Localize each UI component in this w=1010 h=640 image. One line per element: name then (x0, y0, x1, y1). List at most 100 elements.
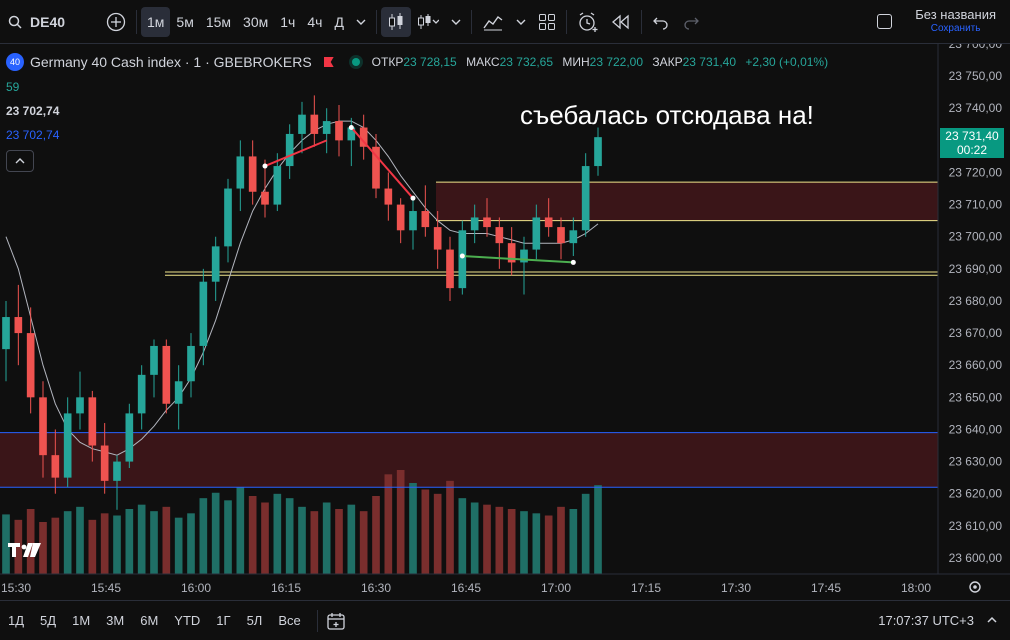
candle-body (409, 211, 417, 231)
candle-body (273, 166, 282, 205)
replay-button[interactable] (605, 7, 637, 37)
interval-30m[interactable]: 30м (237, 7, 274, 37)
redo-button[interactable] (676, 7, 706, 37)
volume-bar (100, 513, 109, 574)
separator (470, 9, 472, 34)
interval-1m[interactable]: 1м (141, 6, 171, 37)
interval-1d[interactable]: Д (328, 7, 349, 37)
candle-body (39, 397, 47, 456)
time-axis-label: 16:45 (451, 581, 481, 595)
search-icon (8, 15, 22, 29)
price-zone (436, 182, 938, 221)
candle-body (187, 345, 195, 382)
candle-body (433, 227, 442, 250)
flag-icon[interactable] (323, 57, 334, 67)
range-ytd[interactable]: YTD (166, 613, 208, 628)
interval-5m[interactable]: 5м (170, 7, 199, 37)
range-5d[interactable]: 5Д (32, 613, 64, 628)
anchor-point[interactable] (570, 259, 576, 265)
candles-chart-type-button[interactable] (380, 6, 411, 37)
trend-line-green[interactable] (462, 255, 574, 264)
price-axis-label: 23 740,00 (949, 101, 1003, 115)
anchor-point[interactable] (348, 125, 354, 131)
candle-body (63, 413, 72, 478)
candle-body (51, 455, 60, 478)
separator (640, 9, 642, 34)
time-axis-label: 17:00 (541, 581, 571, 595)
volume-bar (137, 504, 146, 574)
undo-button[interactable] (646, 7, 676, 37)
open-label: ОТКР (371, 55, 404, 69)
bar-countdown: 00:22 (956, 143, 988, 157)
clock-timezone[interactable]: 17:07:37 UTC+3 (878, 613, 974, 628)
range-3m[interactable]: 3М (98, 613, 132, 628)
trend-line-red[interactable] (264, 139, 328, 167)
indicators-dropdown[interactable] (510, 7, 532, 37)
interval-4h[interactable]: 4ч (301, 7, 328, 37)
volume-bar (248, 496, 257, 574)
tradingview-logo-icon[interactable] (8, 541, 42, 559)
volume-bar (63, 511, 72, 574)
anchor-point[interactable] (459, 253, 465, 259)
price-axis-label: 23 720,00 (949, 165, 1003, 179)
chart-annotation-text[interactable]: съебалась отсюдава на! (520, 100, 814, 131)
candle-body (14, 317, 23, 334)
separator (316, 609, 318, 632)
volume-bar (51, 517, 60, 574)
price-axis-label: 23 690,00 (949, 262, 1003, 276)
open-value: 23 728,15 (403, 55, 457, 69)
anchor-point[interactable] (262, 163, 268, 169)
chevron-down-icon (451, 19, 461, 25)
price-axis-label: 23 660,00 (949, 358, 1003, 372)
legend-title[interactable]: Germany 40 Cash index · 1 · GBEBROKERS (30, 54, 312, 70)
indicators-menu-button[interactable] (476, 7, 510, 37)
interval-1h[interactable]: 1ч (274, 7, 301, 37)
time-axis-label: 17:30 (721, 581, 751, 595)
add-symbol-button[interactable] (100, 7, 132, 37)
anchor-point[interactable] (410, 195, 416, 201)
price-chart[interactable]: 23 700,0023 750,0023 740,0023 730,0023 7… (0, 44, 1010, 600)
settings-icon-core (973, 585, 977, 589)
layouts-button[interactable] (532, 7, 562, 37)
trend-line-red[interactable] (350, 126, 414, 199)
time-axis[interactable]: 15:30 15:45 16:00 16:15 16:30 16:45 17:00 17:15… (0, 573, 1010, 600)
price-axis-label: 23 640,00 (949, 422, 1003, 436)
symbol-search[interactable]: DE40 (0, 7, 100, 37)
range-5y[interactable]: 5Л (239, 613, 271, 628)
market-status-icon[interactable] (351, 58, 360, 66)
time-axis-label: 16:30 (361, 581, 391, 595)
candle-body (322, 121, 331, 134)
chart-type-dropdown[interactable] (445, 7, 467, 37)
volume-bar (76, 506, 84, 574)
layout-save-status: Сохранить (930, 23, 981, 34)
chevron-down-icon (516, 19, 526, 25)
volume-bar (557, 506, 565, 574)
range-6m[interactable]: 6М (132, 613, 166, 628)
alarm-clock-icon (579, 11, 598, 32)
calendar-icon[interactable] (326, 611, 346, 631)
candle-body (335, 121, 343, 141)
price-axis-label: 23 600,00 (949, 551, 1003, 565)
layout-title: Без названия (915, 7, 996, 22)
interval-15m[interactable]: 15м (200, 7, 237, 37)
range-1d[interactable]: 1Д (0, 613, 32, 628)
candle-body (236, 156, 245, 189)
price-axis-label: 23 630,00 (949, 455, 1003, 469)
alert-button[interactable] (571, 7, 605, 37)
indicators-button[interactable] (411, 7, 445, 37)
volume-bar (544, 515, 553, 574)
layout-checkbox[interactable] (877, 14, 892, 29)
range-all[interactable]: Все (270, 613, 308, 628)
indicator-value: 23 702,74 (6, 104, 60, 118)
candle-body (446, 249, 454, 289)
candle-body (248, 156, 257, 192)
range-1m[interactable]: 1М (64, 613, 98, 628)
indicator-period[interactable]: 59 (6, 80, 19, 94)
collapse-legend-button[interactable] (6, 150, 34, 172)
layout-name-button[interactable]: Без названия Сохранить (915, 8, 996, 36)
interval-dropdown[interactable] (350, 7, 372, 37)
range-1y[interactable]: 1Г (208, 613, 238, 628)
chevron-up-icon[interactable] (986, 614, 998, 626)
candle-body (150, 345, 158, 375)
time-axis-label: 16:00 (181, 581, 211, 595)
